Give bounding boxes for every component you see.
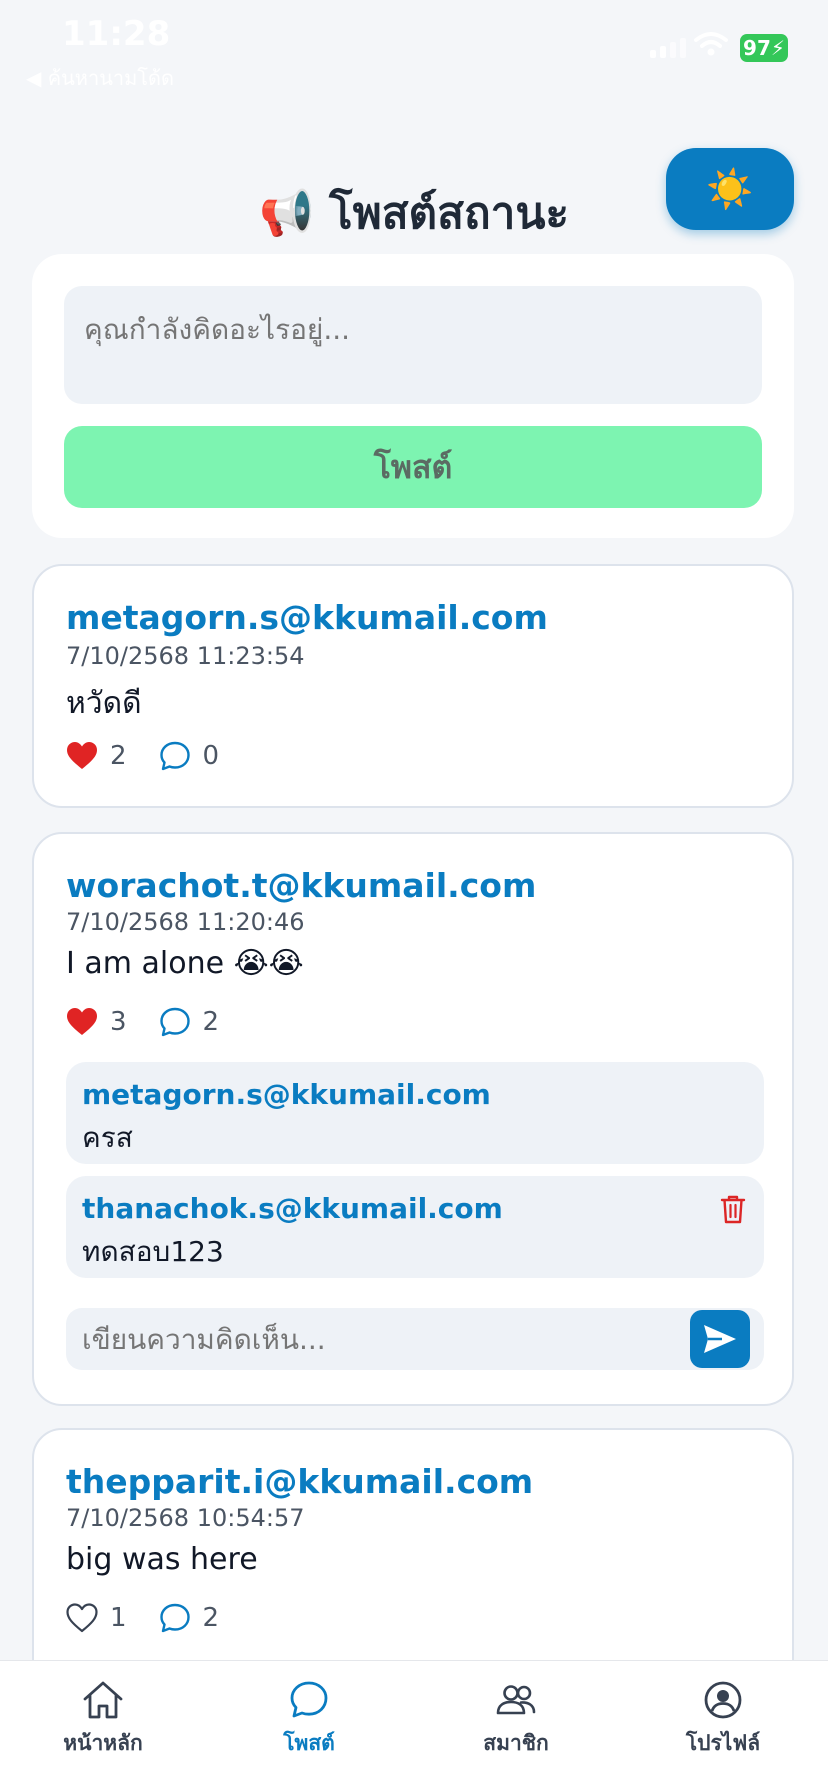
- comment-icon: [159, 1603, 190, 1633]
- like-button[interactable]: 2: [66, 741, 127, 771]
- chat-icon: [290, 1681, 328, 1718]
- tab-members[interactable]: สมาชิก: [441, 1679, 591, 1760]
- send-icon: [704, 1325, 736, 1353]
- comment-input[interactable]: [82, 1308, 662, 1370]
- signal-icon: [650, 36, 686, 58]
- like-count: 3: [110, 1007, 127, 1037]
- back-to-app-link[interactable]: ◀ ค้นหานามโด้ด: [26, 62, 174, 94]
- post-content: I am alone 😭😭: [66, 946, 304, 981]
- post-content: big was here: [66, 1542, 258, 1577]
- send-comment-button[interactable]: [690, 1310, 750, 1368]
- comment-icon: [159, 741, 190, 771]
- wifi-icon: [694, 32, 728, 56]
- status-input[interactable]: [64, 286, 762, 404]
- tab-profile[interactable]: โปรไฟล์: [648, 1679, 798, 1760]
- tab-label: หน้าหลัก: [63, 1731, 143, 1755]
- post-timestamp: 7/10/2568 11:23:54: [66, 642, 305, 670]
- heart-outline-icon: [66, 1603, 98, 1633]
- status-bar: 11:28 ◀ ค้นหานามโด้ด 97 ⚡: [0, 0, 828, 100]
- heart-filled-icon: [67, 742, 97, 769]
- comment-count: 2: [202, 1603, 220, 1633]
- comment-item: metagorn.s@kkumail.com ครส: [66, 1062, 764, 1164]
- post-timestamp: 7/10/2568 11:20:46: [66, 908, 305, 936]
- delete-comment-icon[interactable]: [720, 1194, 746, 1224]
- bottom-tab-bar: หน้าหลัก โพสต์ สมาชิก โปรไฟล์: [0, 1660, 828, 1792]
- status-time: 11:28: [62, 14, 171, 54]
- comment-count: 0: [202, 741, 220, 771]
- users-icon: [496, 1685, 536, 1715]
- post-card: metagorn.s@kkumail.com 7/10/2568 11:23:5…: [32, 564, 794, 808]
- comment-author[interactable]: metagorn.s@kkumail.com: [82, 1078, 491, 1111]
- like-button[interactable]: 1: [66, 1603, 127, 1633]
- comment-text: ครส: [82, 1121, 133, 1154]
- like-count: 1: [110, 1603, 127, 1633]
- comment-toggle-button[interactable]: 2: [159, 1006, 220, 1038]
- post-author[interactable]: thepparit.i@kkumail.com: [66, 1462, 533, 1501]
- comment-toggle-button[interactable]: 2: [159, 1602, 220, 1634]
- post-actions: 3 2: [66, 1006, 251, 1038]
- comment-author[interactable]: thanachok.s@kkumail.com: [82, 1192, 503, 1225]
- battery-indicator: 97 ⚡: [740, 34, 788, 62]
- tab-label: โพสต์: [283, 1731, 335, 1755]
- comment-icon: [159, 1007, 190, 1037]
- comment-count: 2: [202, 1007, 220, 1037]
- comment-toggle-button[interactable]: 0: [159, 740, 220, 772]
- heart-filled-icon: [67, 1008, 97, 1035]
- home-icon: [83, 1681, 123, 1719]
- like-count: 2: [110, 741, 127, 771]
- post-content: หวัดดี: [66, 686, 142, 721]
- comment-input-row: [66, 1308, 764, 1370]
- post-actions: 2 0: [66, 740, 251, 772]
- post-button[interactable]: โพสต์: [64, 426, 762, 508]
- tab-posts[interactable]: โพสต์: [234, 1679, 384, 1760]
- comment-item: thanachok.s@kkumail.com ทดสอบ123: [66, 1176, 764, 1278]
- battery-level: 97: [743, 36, 771, 60]
- comment-text: ทดสอบ123: [82, 1235, 224, 1268]
- post-author[interactable]: worachot.t@kkumail.com: [66, 866, 536, 905]
- profile-icon: [704, 1681, 742, 1719]
- tab-label: สมาชิก: [483, 1731, 549, 1755]
- post-card: worachot.t@kkumail.com 7/10/2568 11:20:4…: [32, 832, 794, 1406]
- post-actions: 1 2: [66, 1602, 251, 1634]
- like-button[interactable]: 3: [66, 1007, 127, 1037]
- post-timestamp: 7/10/2568 10:54:57: [66, 1504, 305, 1532]
- post-composer: โพสต์: [32, 254, 794, 538]
- page-title: 📢 โพสต์สถานะ: [258, 188, 570, 239]
- tab-label: โปรไฟล์: [685, 1731, 761, 1755]
- tab-home[interactable]: หน้าหลัก: [28, 1679, 178, 1760]
- post-author[interactable]: metagorn.s@kkumail.com: [66, 598, 548, 637]
